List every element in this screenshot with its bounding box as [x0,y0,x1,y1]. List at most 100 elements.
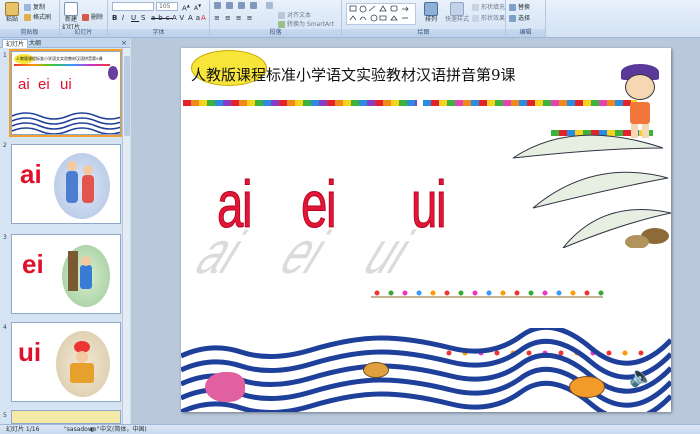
editing-group: 替换 选择 编辑 [506,0,546,38]
replace-icon [509,4,516,11]
thumb-title: 人教版课程标准小学语文实验教材汉语拼音第9课 [16,56,103,61]
increase-indent-button[interactable] [250,2,259,10]
grow-font-button[interactable]: A▲ [182,2,190,12]
replace-button[interactable]: 替换 [509,4,530,12]
thumb-syllable: ui [60,76,72,93]
tab-outline[interactable]: 大纲 [26,39,44,48]
slides-group: 新建 幻灯片 删除 幻灯片 [60,0,108,38]
thumb-syllable: ai [20,159,42,189]
select-button[interactable]: 选择 [509,15,530,23]
slide-thumbnail-3[interactable]: ei [11,234,121,314]
decrease-indent-button[interactable] [238,2,247,10]
drawing-group-label: 绘图 [342,29,505,37]
slide-number: 5 [3,412,7,419]
slide-editing-area: 人教版课程标准小学语文实验教材汉语拼音第9课 ai ai ei ei ui ui… [131,38,700,424]
thumb-syllable: ai [18,76,30,93]
syllable-ui[interactable]: ui [411,166,447,242]
effects-icon [472,15,479,22]
numbering-button[interactable] [226,2,235,10]
flower-line [371,290,604,298]
bold-button[interactable]: B [112,14,120,23]
thumb-syllable: ui [18,337,42,367]
editing-group-label: 编辑 [506,29,545,37]
clipboard-group-label: 剪贴板 [0,29,59,37]
shrink-font-button[interactable]: A▼ [194,2,201,13]
girl-avatar [108,66,118,80]
language-icon: ◐ [90,426,96,433]
font-name-field[interactable] [112,2,154,11]
strikethrough-button[interactable]: abc [151,14,173,23]
fill-icon [472,4,479,11]
select-icon [509,15,516,22]
thumbnail-scrollbar[interactable] [122,48,130,424]
slide-thumbnail-1[interactable]: 人教版课程标准小学语文实验教材汉语拼音第9课 ai ei ui [9,49,123,137]
arrange-icon [424,2,438,16]
sea-waves [181,328,671,412]
smartart-icon [278,21,285,28]
outdent-icon [238,2,245,9]
fish-left [205,372,245,402]
shape-effects-button[interactable]: 形状效果 [472,15,505,23]
syllable-ei[interactable]: ei [301,166,337,242]
font-color-button[interactable]: A [201,14,209,23]
bullets-icon [214,2,221,9]
slide-canvas[interactable]: 人教版课程标准小学语文实验教材汉语拼音第9课 ai ai ei ei ui ui… [181,48,671,412]
shapes-gallery[interactable] [346,3,416,25]
italic-button[interactable]: I [122,14,127,23]
language-label[interactable]: 中文(简体，中国) [100,425,147,434]
children-illustration [54,153,110,219]
shapes-icons [349,5,409,22]
slides-group-label: 幻灯片 [60,29,107,37]
palm-leaves [512,134,671,248]
snail-shape [363,362,389,378]
slide-number: 3 [3,234,7,241]
thumb-syllable: ei [38,76,50,93]
child-drum-illustration [56,331,110,397]
slide-indicator: 幻灯片 1/16 [6,426,40,433]
delete-slide-button[interactable]: 删除 [82,14,103,22]
copy-button[interactable]: 复制 [24,4,45,12]
shape-fill-button[interactable]: 形状填充 [472,4,505,12]
font-group: 105 A▲ A▼ B I U S abc AV Aa A 字体 [108,0,210,38]
bullets-button[interactable] [214,2,223,10]
align-buttons[interactable]: ≡≡≡≡ [214,14,257,23]
scrollbar-thumb[interactable] [124,56,130,136]
slide-number: 2 [3,142,7,149]
convert-smartart-button[interactable]: 转换为 SmartArt [278,21,334,29]
arrange-button[interactable]: 排列 [420,2,442,24]
slide-thumbnail-4[interactable]: ui [11,322,121,402]
speaker-icon[interactable]: 🔈 [629,366,654,386]
font-group-label: 字体 [108,29,209,37]
new-slide-button[interactable]: 新建 幻灯片 [62,2,80,32]
slide-thumbnail-pane: 幻灯片 大纲 × 1 人教版课程标准小学语文实验教材汉语拼音第9课 ai ei … [0,38,130,424]
text-direction-button[interactable] [266,2,275,10]
slide-number: 4 [3,324,7,331]
numbering-icon [226,2,233,9]
quick-styles-icon [450,2,464,16]
slide-number: 1 [3,52,7,59]
tab-slides[interactable]: 幻灯片 [2,39,29,48]
format-painter-button[interactable]: 格式刷 [24,14,51,22]
drawing-group: 排列 快速样式 形状填充 形状效果 绘图 [342,0,506,38]
slide-thumbnail-2[interactable]: ai [11,144,121,224]
rainbow-bar [183,100,417,106]
rainbow-bar [14,64,110,66]
syllable-ai[interactable]: ai [217,166,253,242]
wave-decoration [12,112,120,134]
close-pane-icon[interactable]: × [121,38,127,48]
status-bar: 幻灯片 1/16 "sasadown" ◐ 中文(简体，中国) [0,424,700,434]
underline-button[interactable]: U [131,14,139,23]
quick-styles-button[interactable]: 快速样式 [444,2,470,24]
slide-title[interactable]: 人教版课程标准小学语文实验教材汉语拼音第9课 [191,64,651,85]
rainbow-bar [423,100,637,106]
paste-button[interactable]: 粘贴 [3,2,21,24]
powerpoint-window: 粘贴 复制 格式刷 剪贴板 新建 幻灯片 删除 幻灯片 105 A▲ A▼ B … [0,0,700,434]
slide-thumbnail-5[interactable] [11,410,121,424]
align-text-button[interactable]: 对齐文本 [278,12,311,20]
char-spacing-button[interactable]: AV [172,14,187,23]
fish-right [569,376,605,398]
align-text-icon [278,12,285,19]
shadow-button[interactable]: S [141,14,148,23]
paste-icon [5,2,19,16]
font-size-field[interactable]: 105 [156,2,178,11]
